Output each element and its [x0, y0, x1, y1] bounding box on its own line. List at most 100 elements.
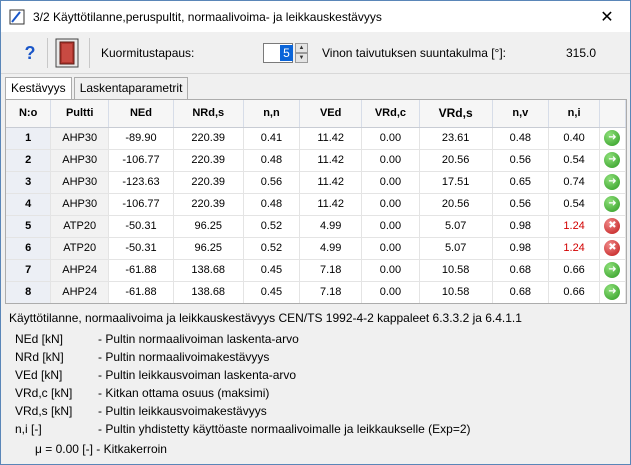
table-cell[interactable]: 0.68: [492, 281, 550, 303]
table-row[interactable]: 3 AHP30 -123.63 220.39 0.56 11.42 0.00 17.51 0.6…: [6, 171, 626, 194]
col-header[interactable]: VRd,s: [419, 100, 493, 128]
table-cell[interactable]: 220.39: [173, 149, 244, 172]
table-cell[interactable]: 0.00: [361, 149, 420, 172]
table-cell[interactable]: 220.39: [173, 171, 244, 194]
table-cell[interactable]: -106.77: [108, 149, 174, 172]
table-cell[interactable]: 1: [6, 127, 52, 150]
table-cell[interactable]: 23.61: [419, 127, 493, 150]
table-cell[interactable]: 0.00: [361, 215, 420, 238]
table-cell[interactable]: -61.88: [108, 259, 174, 282]
table-cell[interactable]: 138.68: [173, 259, 244, 282]
table-cell[interactable]: -50.31: [108, 237, 174, 260]
stepper-up-icon[interactable]: ▲: [295, 43, 308, 53]
col-header[interactable]: NEd: [108, 100, 174, 128]
table-cell[interactable]: -106.77: [108, 193, 174, 216]
table-cell[interactable]: 0.48: [243, 149, 301, 172]
tab-laskentaparametrit[interactable]: Laskentaparametrit: [73, 77, 189, 99]
table-cell[interactable]: 0.52: [243, 237, 301, 260]
table-cell[interactable]: AHP30: [50, 149, 110, 172]
table-cell[interactable]: 220.39: [173, 127, 244, 150]
table-row[interactable]: 5 ATP20 -50.31 96.25 0.52 4.99 0.00 5.07 0.98 1.2…: [6, 215, 626, 238]
col-header[interactable]: VEd: [299, 100, 363, 128]
table-cell[interactable]: 1.24: [548, 237, 600, 260]
table-cell[interactable]: 0.00: [361, 237, 420, 260]
table-cell[interactable]: 3: [6, 171, 52, 194]
table-cell[interactable]: 0.54: [548, 193, 600, 216]
table-cell[interactable]: 0.00: [361, 281, 420, 303]
table-cell[interactable]: 0.56: [243, 171, 301, 194]
table-cell[interactable]: 4: [6, 193, 52, 216]
table-cell[interactable]: 6: [6, 237, 52, 260]
col-header[interactable]: Pultti: [50, 100, 110, 128]
table-cell[interactable]: 20.56: [419, 149, 493, 172]
table-cell[interactable]: 0.65: [492, 171, 550, 194]
table-cell[interactable]: AHP30: [50, 171, 110, 194]
table-cell[interactable]: 5: [6, 215, 52, 238]
table-cell[interactable]: 1.24: [548, 215, 600, 238]
table-cell[interactable]: 0.00: [361, 127, 420, 150]
status-cell[interactable]: ➜: [599, 127, 626, 150]
table-cell[interactable]: AHP24: [50, 259, 110, 282]
status-cell[interactable]: ✖: [599, 215, 626, 238]
table-cell[interactable]: 8: [6, 281, 52, 303]
table-cell[interactable]: 0.56: [492, 149, 550, 172]
status-cell[interactable]: ➜: [599, 259, 626, 282]
tab-kestavyys[interactable]: Kestävyys: [5, 77, 72, 100]
status-cell[interactable]: ✖: [599, 237, 626, 260]
help-button[interactable]: ?: [20, 42, 40, 64]
col-header[interactable]: NRd,s: [173, 100, 244, 128]
load-case-stepper[interactable]: ▲ ▼: [295, 43, 308, 63]
table-cell[interactable]: -61.88: [108, 281, 174, 303]
table-cell[interactable]: ATP20: [50, 237, 110, 260]
table-cell[interactable]: 0.40: [548, 127, 600, 150]
table-cell[interactable]: 0.41: [243, 127, 301, 150]
table-cell[interactable]: 11.42: [299, 171, 363, 194]
table-cell[interactable]: 0.98: [492, 237, 550, 260]
door-icon[interactable]: [55, 38, 79, 68]
table-cell[interactable]: 96.25: [173, 237, 244, 260]
table-cell[interactable]: 0.45: [243, 281, 301, 303]
table-cell[interactable]: 17.51: [419, 171, 493, 194]
col-header[interactable]: n,v: [492, 100, 550, 128]
table-cell[interactable]: 7: [6, 259, 52, 282]
table-row[interactable]: 7 AHP24 -61.88 138.68 0.45 7.18 0.00 10.58 0.68 0…: [6, 259, 626, 282]
table-cell[interactable]: 11.42: [299, 127, 363, 150]
table-row[interactable]: 1 AHP30 -89.90 220.39 0.41 11.42 0.00 23.61 0.48…: [6, 127, 626, 150]
status-cell[interactable]: ➜: [599, 281, 626, 303]
table-cell[interactable]: 0.98: [492, 215, 550, 238]
table-cell[interactable]: 0.00: [361, 259, 420, 282]
table-cell[interactable]: 2: [6, 149, 52, 172]
table-cell[interactable]: AHP30: [50, 127, 110, 150]
table-cell[interactable]: 0.52: [243, 215, 301, 238]
table-cell[interactable]: 0.00: [361, 171, 420, 194]
table-row[interactable]: 4 AHP30 -106.77 220.39 0.48 11.42 0.00 20.56 0.5…: [6, 193, 626, 216]
table-cell[interactable]: -123.63: [108, 171, 174, 194]
col-header[interactable]: n,n: [243, 100, 301, 128]
table-cell[interactable]: 0.48: [243, 193, 301, 216]
stepper-down-icon[interactable]: ▼: [295, 53, 308, 63]
status-cell[interactable]: ➜: [599, 193, 626, 216]
table-cell[interactable]: AHP30: [50, 193, 110, 216]
col-header[interactable]: N:o: [6, 100, 52, 128]
table-cell[interactable]: 20.56: [419, 193, 493, 216]
load-case-input[interactable]: 5: [263, 43, 293, 63]
table-cell[interactable]: 0.45: [243, 259, 301, 282]
table-cell[interactable]: -50.31: [108, 215, 174, 238]
table-cell[interactable]: ATP20: [50, 215, 110, 238]
table-row[interactable]: 6 ATP20 -50.31 96.25 0.52 4.99 0.00 5.07 0.98 1.2…: [6, 237, 626, 260]
status-cell[interactable]: ➜: [599, 171, 626, 194]
table-cell[interactable]: 220.39: [173, 193, 244, 216]
table-cell[interactable]: 0.54: [548, 149, 600, 172]
table-cell[interactable]: 10.58: [419, 281, 493, 303]
table-cell[interactable]: 0.00: [361, 193, 420, 216]
table-cell[interactable]: 5.07: [419, 215, 493, 238]
table-cell[interactable]: 7.18: [299, 259, 363, 282]
table-cell[interactable]: 10.58: [419, 259, 493, 282]
table-cell[interactable]: 5.07: [419, 237, 493, 260]
table-cell[interactable]: 0.68: [492, 259, 550, 282]
table-cell[interactable]: 0.66: [548, 259, 600, 282]
table-cell[interactable]: 7.18: [299, 281, 363, 303]
table-cell[interactable]: 11.42: [299, 149, 363, 172]
table-cell[interactable]: 0.48: [492, 127, 550, 150]
table-cell[interactable]: 4.99: [299, 215, 363, 238]
